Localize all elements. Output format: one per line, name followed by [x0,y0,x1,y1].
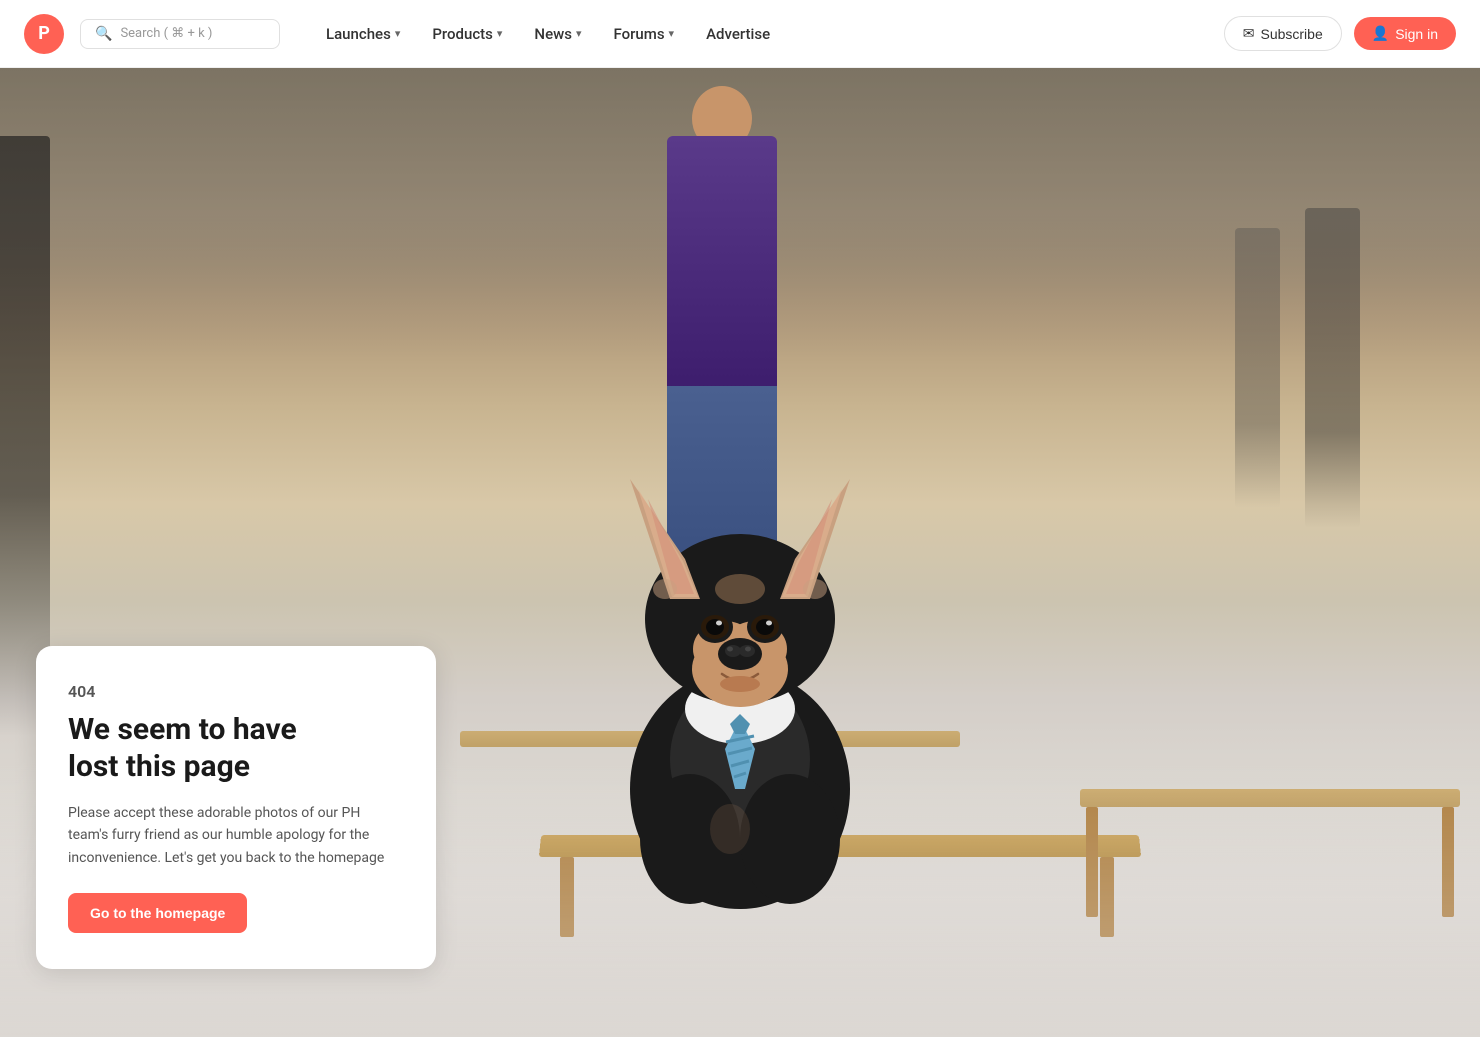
error-card: 404 We seem to have lost this page Pleas… [36,646,436,969]
chevron-down-icon: ▾ [669,27,675,40]
right-person-2 [1235,228,1280,508]
hero-background: 404 We seem to have lost this page Pleas… [0,68,1480,1037]
subscribe-button[interactable]: ✉ Subscribe [1224,16,1342,51]
error-code: 404 [68,682,404,701]
nav-item-news[interactable]: News ▾ [520,17,595,51]
signin-button[interactable]: 👤 Sign in [1354,17,1456,50]
logo-icon[interactable]: P [24,14,64,54]
subscribe-icon: ✉ [1243,25,1255,42]
chevron-down-icon: ▾ [576,27,582,40]
navbar: P 🔍 Search ( ⌘ + k ) Launches ▾ Products… [0,0,1480,68]
left-person [0,136,50,736]
nav-right: ✉ Subscribe 👤 Sign in [1224,16,1456,51]
chevron-down-icon: ▾ [497,27,503,40]
dog-image [550,289,930,969]
nav-item-advertise[interactable]: Advertise [692,17,784,51]
nav-item-forums[interactable]: Forums ▾ [599,17,688,51]
nav-item-products[interactable]: Products ▾ [418,17,516,51]
search-icon: 🔍 [95,26,112,42]
chevron-down-icon: ▾ [395,27,401,40]
search-placeholder: Search ( ⌘ + k ) [120,26,212,41]
error-description: Please accept these adorable photos of o… [68,802,404,869]
nav-item-launches[interactable]: Launches ▾ [312,17,414,51]
signin-icon: 👤 [1372,25,1389,42]
right-person-1 [1305,208,1360,528]
nav-links: Launches ▾ Products ▾ News ▾ Forums ▾ Ad… [312,17,1216,51]
dog-svg [570,389,910,969]
search-bar[interactable]: 🔍 Search ( ⌘ + k ) [80,19,280,49]
go-to-homepage-button[interactable]: Go to the homepage [68,893,247,933]
error-title: We seem to have lost this page [68,711,404,786]
